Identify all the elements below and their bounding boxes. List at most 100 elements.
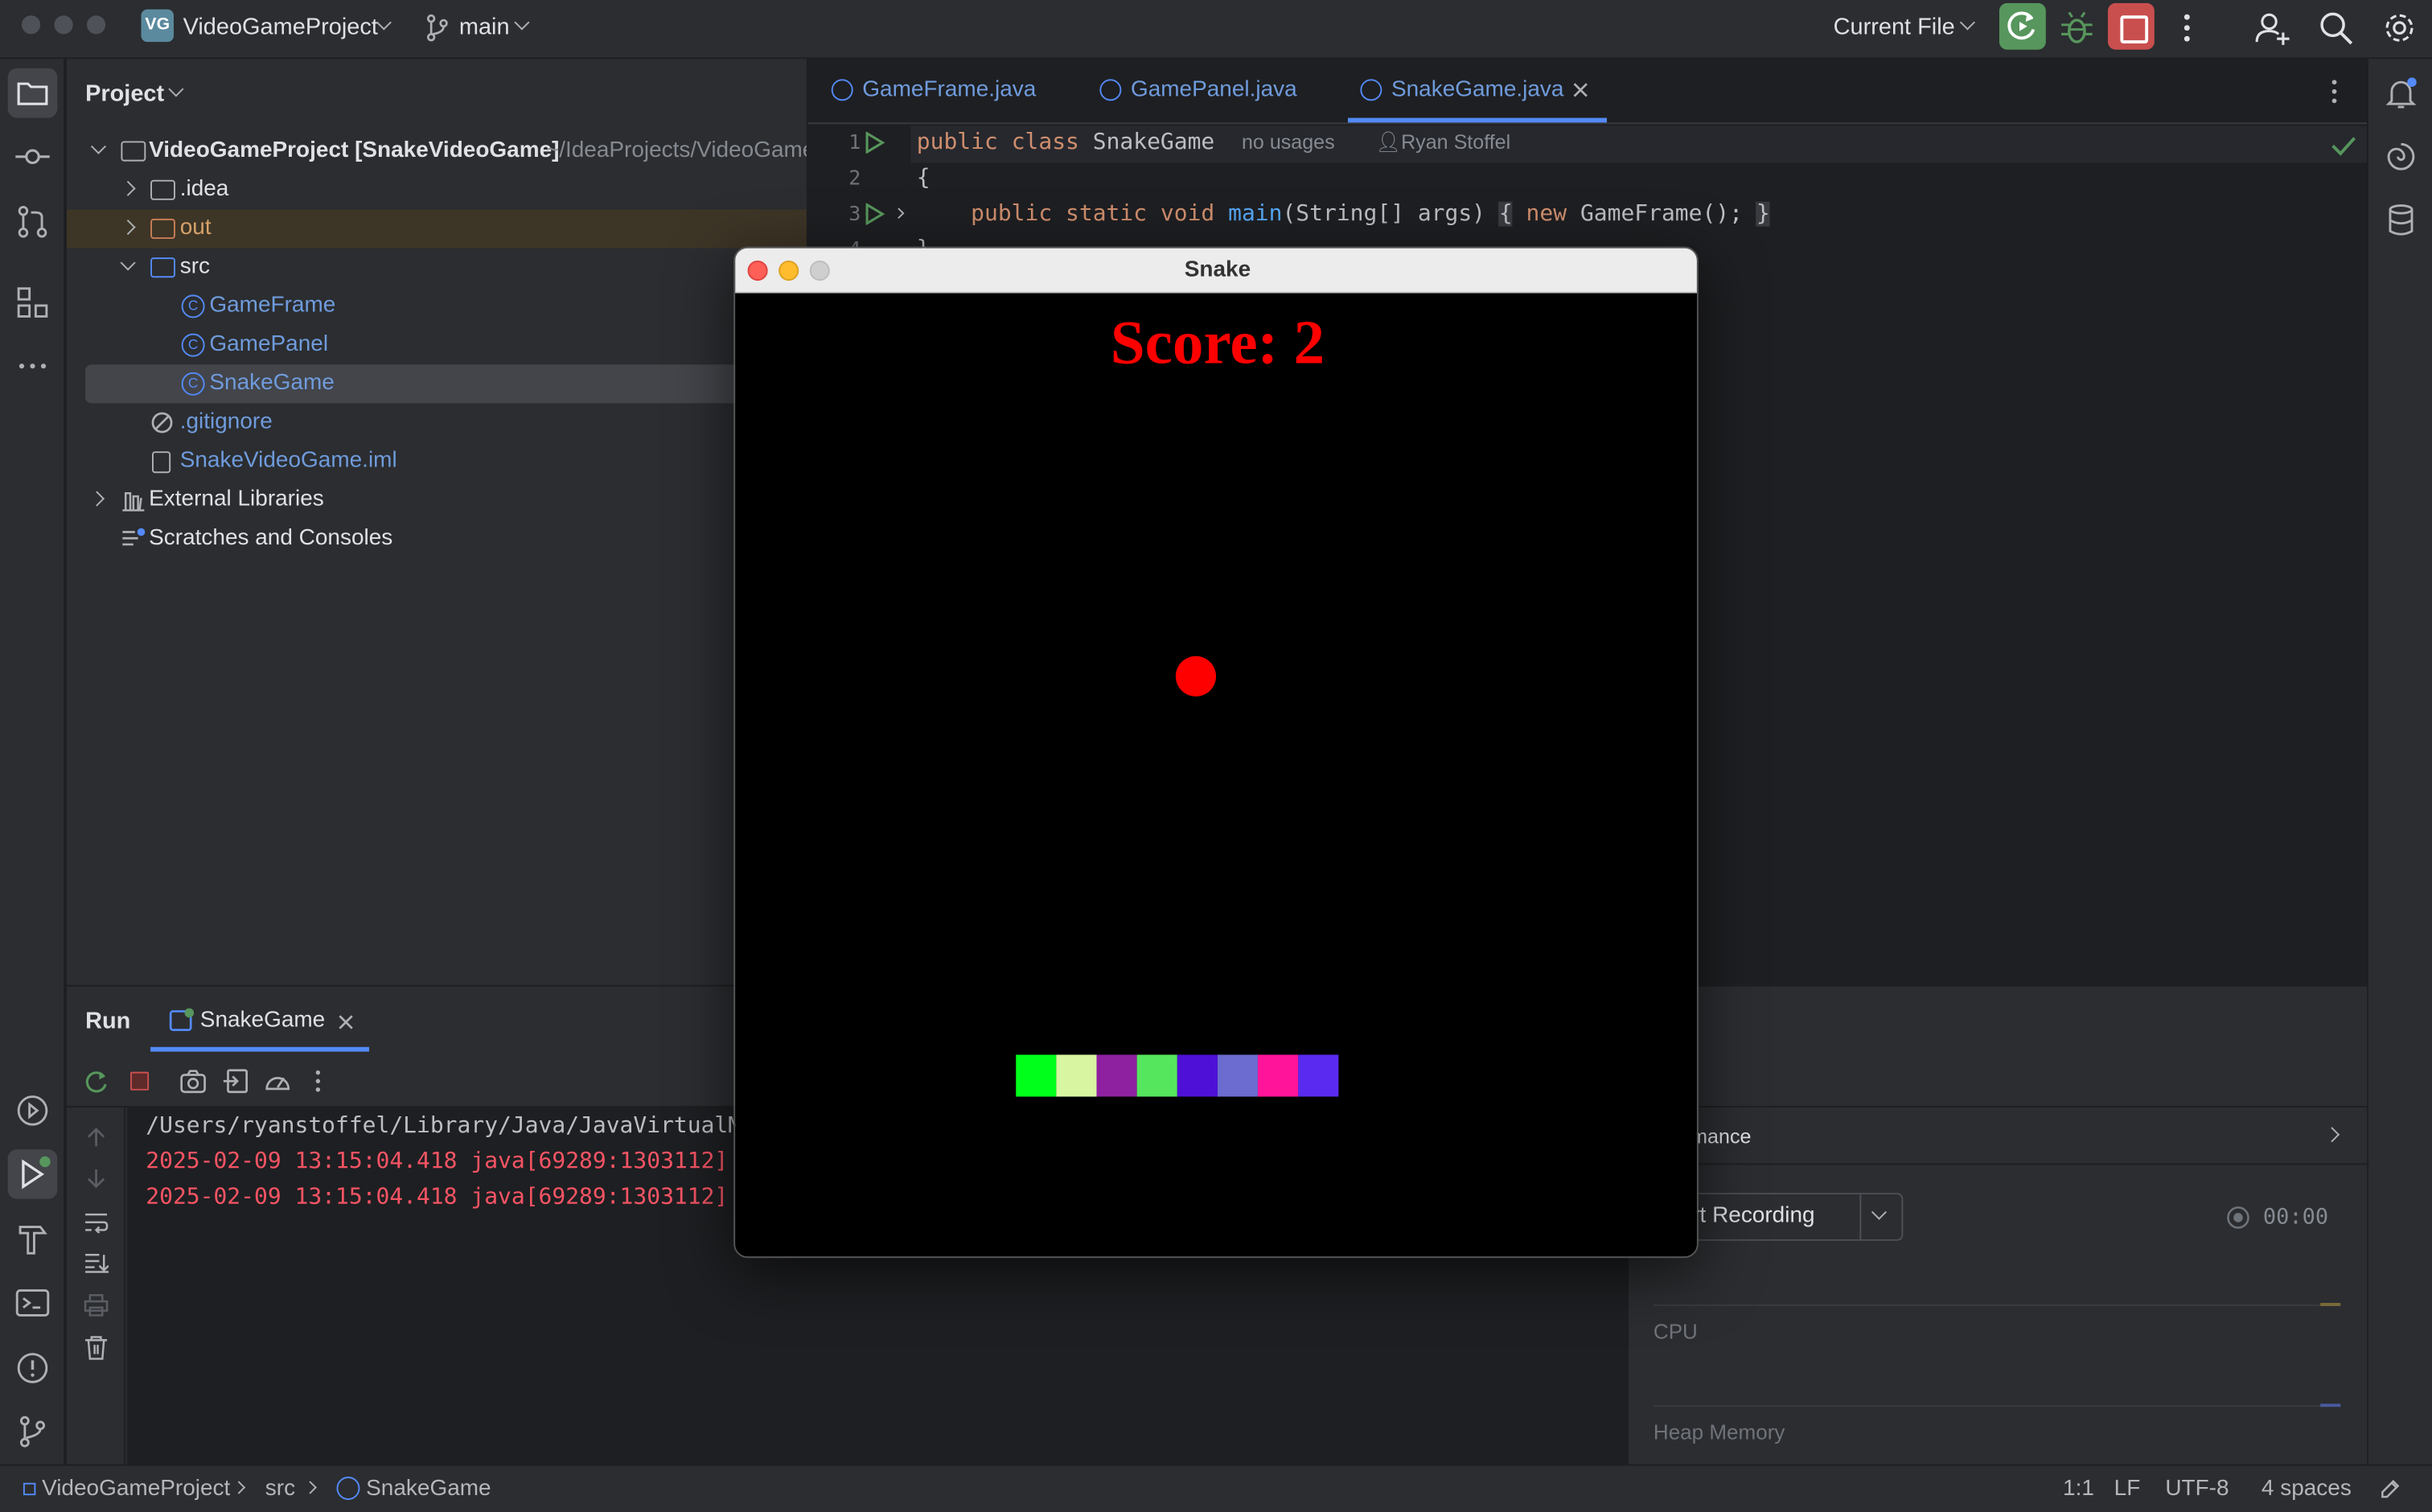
run-tool-button[interactable] bbox=[7, 1149, 58, 1199]
exit-icon[interactable] bbox=[223, 1069, 249, 1094]
close-tab-icon[interactable] bbox=[338, 1014, 353, 1029]
snake-segment bbox=[1016, 1054, 1057, 1097]
debug-icon[interactable] bbox=[2056, 8, 2097, 48]
chevron-down-icon[interactable] bbox=[376, 14, 392, 31]
indent-setting[interactable]: 4 spaces bbox=[2262, 1477, 2352, 1502]
branch-switcher[interactable]: main bbox=[459, 14, 510, 40]
code-line-2[interactable]: { bbox=[917, 166, 930, 191]
scroll-up-arrow-icon[interactable] bbox=[85, 1126, 107, 1148]
run-tab-snakegame[interactable]: SnakeGame bbox=[200, 1009, 325, 1033]
profiler-header[interactable]: mance bbox=[1629, 1107, 2368, 1165]
pull-requests-icon[interactable] bbox=[14, 203, 51, 240]
chevron-down-icon[interactable] bbox=[120, 255, 136, 271]
project-panel-title[interactable]: Project bbox=[85, 80, 164, 107]
close-tab-icon[interactable] bbox=[1573, 82, 1588, 97]
scroll-to-end-icon[interactable] bbox=[84, 1251, 109, 1273]
scroll-down-arrow-icon[interactable] bbox=[85, 1168, 107, 1189]
more-horizontal-icon[interactable] bbox=[14, 347, 51, 384]
more-vertical-icon[interactable] bbox=[307, 1069, 329, 1094]
git-icon[interactable] bbox=[14, 1413, 51, 1450]
caret-position[interactable]: 1:1 bbox=[2063, 1477, 2094, 1502]
clear-trash-icon[interactable] bbox=[84, 1336, 109, 1361]
run-gutter-icon[interactable] bbox=[864, 203, 885, 225]
tree-item-external-libraries[interactable]: External Libraries bbox=[67, 481, 807, 520]
chevron-down-icon[interactable] bbox=[1871, 1204, 1888, 1220]
settings-gear-icon[interactable] bbox=[2381, 10, 2418, 47]
start-recording-label: art Recording bbox=[1679, 1203, 1815, 1229]
tree-item-out[interactable]: out bbox=[66, 209, 807, 249]
tab-snakegame[interactable]: SnakeGame.java bbox=[1391, 77, 1564, 102]
window-close-button[interactable] bbox=[22, 15, 41, 35]
code-token: class bbox=[1011, 130, 1079, 155]
editor-tab-bar: GameFrame.java GamePanel.java SnakeGame.… bbox=[807, 59, 2368, 125]
rerun-icon[interactable] bbox=[84, 1069, 109, 1094]
breadcrumb-snakegame[interactable]: SnakeGame bbox=[366, 1477, 491, 1502]
tab-gameframe[interactable]: GameFrame.java bbox=[862, 77, 1036, 102]
author-hint[interactable]: Ryan Stoffel bbox=[1401, 130, 1510, 154]
tab-gamepanel[interactable]: GamePanel.java bbox=[1131, 77, 1297, 102]
screenshot-camera-icon[interactable] bbox=[180, 1069, 207, 1094]
chevron-right-icon[interactable] bbox=[2324, 1127, 2340, 1143]
print-icon[interactable] bbox=[84, 1293, 109, 1317]
tree-item-gameframe[interactable]: C GameFrame bbox=[67, 287, 807, 326]
code-line-3[interactable]: public static void main(String[] args) {… bbox=[917, 201, 1770, 227]
snake-window-titlebar[interactable]: Snake bbox=[735, 248, 1697, 294]
run-gutter-icon[interactable] bbox=[864, 131, 885, 154]
soft-wrap-icon[interactable] bbox=[84, 1211, 109, 1234]
code-token: void bbox=[1160, 201, 1215, 227]
chart-divider bbox=[1653, 1405, 2341, 1407]
window-minimize-button[interactable] bbox=[54, 15, 73, 35]
git-branch-icon[interactable] bbox=[425, 14, 450, 42]
terminal-icon[interactable] bbox=[14, 1284, 51, 1321]
project-badge[interactable]: VG bbox=[141, 9, 175, 43]
chevron-down-icon[interactable] bbox=[168, 81, 184, 97]
tree-item-gitignore[interactable]: .gitignore bbox=[67, 403, 807, 442]
console-line: 2025-02-09 13:15:04.418 java[69289:13031… bbox=[146, 1185, 783, 1210]
tree-item-iml[interactable]: SnakeVideoGame.iml bbox=[67, 442, 807, 481]
commit-icon[interactable] bbox=[14, 138, 51, 175]
snake-window-title: Snake bbox=[1184, 257, 1251, 283]
chevron-right-icon[interactable] bbox=[120, 219, 136, 236]
search-icon[interactable] bbox=[2317, 10, 2354, 47]
project-switcher[interactable]: VideoGameProject bbox=[183, 14, 378, 40]
chevron-right-icon[interactable] bbox=[88, 491, 105, 507]
run-configuration-selector[interactable]: Current File bbox=[1834, 14, 1955, 40]
tree-item-snakegame[interactable]: C SnakeGame bbox=[85, 364, 807, 404]
status-bar: VideoGameProject src SnakeGame 1:1 LF UT… bbox=[0, 1464, 2432, 1512]
inspection-ok-check-icon[interactable] bbox=[2331, 135, 2356, 157]
profiler-gauge-icon[interactable] bbox=[264, 1069, 292, 1094]
breadcrumb-project[interactable]: VideoGameProject bbox=[42, 1477, 230, 1502]
structure-icon[interactable] bbox=[14, 284, 51, 321]
services-icon[interactable] bbox=[14, 1092, 51, 1129]
tree-item-src[interactable]: src bbox=[67, 249, 807, 287]
read-write-lock-icon[interactable] bbox=[2379, 1478, 2401, 1500]
database-icon[interactable] bbox=[2382, 202, 2419, 239]
active-tab-indicator bbox=[1347, 117, 1608, 123]
usages-hint[interactable]: no usages bbox=[1242, 130, 1335, 154]
build-hammer-icon[interactable] bbox=[14, 1221, 51, 1258]
problems-icon[interactable] bbox=[14, 1350, 51, 1387]
rerun-button[interactable] bbox=[1999, 2, 2046, 50]
window-zoom-button[interactable] bbox=[87, 15, 106, 35]
stop-button[interactable] bbox=[2107, 2, 2155, 50]
tree-item-scratches[interactable]: Scratches and Consoles bbox=[67, 520, 807, 558]
chevron-down-icon[interactable] bbox=[1959, 14, 1975, 31]
more-vertical-icon[interactable] bbox=[2168, 10, 2205, 47]
chevron-right-icon[interactable] bbox=[120, 180, 136, 196]
chevron-down-icon[interactable] bbox=[90, 138, 107, 154]
tree-item-label: SnakeGame bbox=[209, 370, 335, 396]
notifications-bell-icon[interactable] bbox=[2382, 75, 2419, 112]
breadcrumb-src[interactable]: src bbox=[265, 1477, 295, 1502]
chevron-down-icon[interactable] bbox=[514, 14, 530, 31]
tree-item-idea[interactable]: .idea bbox=[67, 171, 807, 209]
stop-icon[interactable] bbox=[130, 1071, 150, 1091]
tree-item-module[interactable]: VideoGameProject [SnakeVideoGame] ~/Idea… bbox=[67, 132, 807, 171]
file-encoding[interactable]: UTF-8 bbox=[2165, 1477, 2229, 1502]
line-separator[interactable]: LF bbox=[2114, 1477, 2141, 1502]
more-vertical-icon[interactable] bbox=[2320, 77, 2348, 105]
code-line-1[interactable]: public class SnakeGame no usages 👤︎Ryan … bbox=[917, 130, 1510, 155]
ai-assistant-icon[interactable] bbox=[2382, 138, 2419, 175]
add-user-icon[interactable] bbox=[2253, 10, 2290, 47]
snake-game-canvas[interactable]: Score: 2 bbox=[735, 293, 1697, 1257]
tree-item-gamepanel[interactable]: C GamePanel bbox=[67, 326, 807, 364]
